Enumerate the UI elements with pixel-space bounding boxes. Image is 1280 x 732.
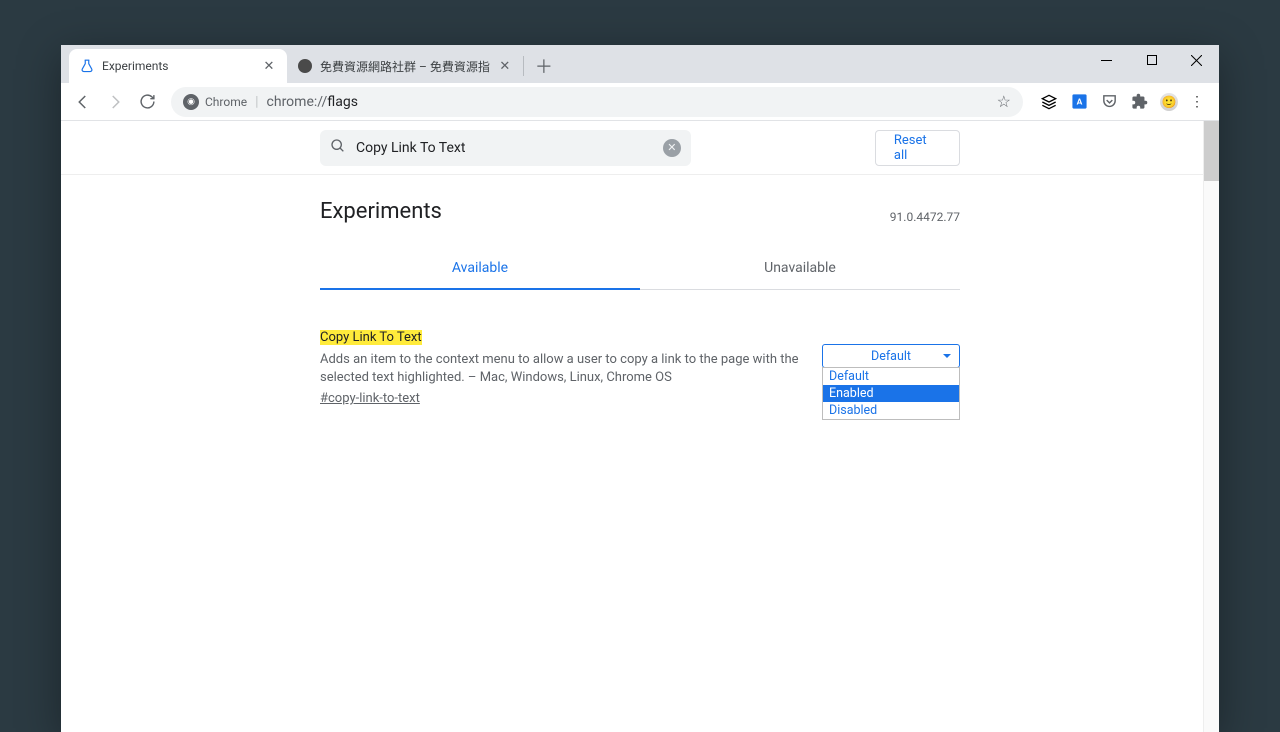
forward-button[interactable]	[101, 88, 129, 116]
profile-avatar[interactable]: 🙂	[1157, 90, 1181, 114]
clear-search-icon[interactable]: ✕	[663, 139, 681, 157]
tab-available[interactable]: Available	[320, 248, 640, 290]
toolbar: ◉ Chrome | chrome://flags ☆ A 🙂 ⋮	[61, 83, 1219, 121]
flags-container: Experiments 91.0.4472.77 Available Unava…	[320, 199, 960, 406]
flags-tabs: Available Unavailable	[320, 248, 960, 290]
tab-strip: Experiments ✕ 免費資源網路社群 – 免費資源指 ✕ ＋	[61, 45, 1219, 83]
select-value: Default	[871, 349, 911, 364]
search-value: Copy Link To Text	[356, 140, 465, 156]
back-button[interactable]	[69, 88, 97, 116]
flag-select-wrapper: Default Default Enabled Disabled	[822, 344, 960, 406]
flag-info: Copy Link To Text Adds an item to the co…	[320, 326, 806, 406]
extension-buffer-icon[interactable]	[1037, 90, 1061, 114]
new-tab-button[interactable]: ＋	[530, 52, 558, 80]
tab-free-resources[interactable]: 免費資源網路社群 – 免費資源指 ✕	[287, 49, 523, 83]
flag-title: Copy Link To Text	[320, 330, 422, 345]
reload-button[interactable]	[133, 88, 161, 116]
page-content: Copy Link To Text ✕ Reset all Experiment…	[61, 121, 1219, 732]
flags-topbar: Copy Link To Text ✕ Reset all	[61, 121, 1219, 175]
bookmark-star-icon[interactable]: ☆	[997, 92, 1011, 111]
scroll-thumb[interactable]	[1204, 121, 1219, 181]
close-window-button[interactable]	[1174, 45, 1219, 75]
tab-separator	[523, 56, 524, 76]
flag-row: Copy Link To Text Adds an item to the co…	[320, 326, 960, 406]
extensions-puzzle-icon[interactable]	[1127, 90, 1151, 114]
minimize-button[interactable]	[1084, 45, 1129, 75]
flask-icon	[79, 58, 95, 74]
address-bar[interactable]: ◉ Chrome | chrome://flags ☆	[171, 87, 1023, 117]
chrome-icon: ◉	[183, 94, 199, 110]
tab-title: 免費資源網路社群 – 免費資源指	[320, 58, 490, 75]
browser-window: Experiments ✕ 免費資源網路社群 – 免費資源指 ✕ ＋	[61, 45, 1219, 732]
tabs: Experiments ✕ 免費資源網路社群 – 免費資源指 ✕ ＋	[61, 45, 558, 83]
scrollbar[interactable]	[1203, 121, 1219, 732]
reset-all-button[interactable]: Reset all	[875, 130, 960, 166]
url: chrome://flags	[267, 94, 358, 110]
omnibox-separator: |	[255, 94, 258, 110]
extension-pocket-icon[interactable]	[1097, 90, 1121, 114]
tab-experiments[interactable]: Experiments ✕	[69, 49, 287, 83]
extension-icons: A 🙂 ⋮	[1033, 90, 1211, 114]
svg-text:A: A	[1076, 97, 1082, 107]
close-icon[interactable]: ✕	[497, 58, 513, 74]
chrome-version: 91.0.4472.77	[890, 210, 960, 224]
option-enabled[interactable]: Enabled	[823, 385, 959, 402]
flag-dropdown: Default Enabled Disabled	[822, 367, 960, 420]
flag-anchor-link[interactable]: #copy-link-to-text	[320, 391, 420, 406]
maximize-button[interactable]	[1129, 45, 1174, 75]
chrome-menu-button[interactable]: ⋮	[1187, 90, 1211, 114]
flag-select[interactable]: Default	[822, 344, 960, 368]
search-icon	[330, 138, 346, 158]
site-identity[interactable]: ◉ Chrome	[183, 94, 247, 110]
close-icon[interactable]: ✕	[261, 58, 277, 74]
tab-title: Experiments	[102, 59, 254, 73]
flags-search-input[interactable]: Copy Link To Text ✕	[320, 130, 691, 166]
window-controls	[1084, 45, 1219, 75]
flag-description: Adds an item to the context menu to allo…	[320, 351, 806, 387]
extension-translate-icon[interactable]: A	[1067, 90, 1091, 114]
site-favicon	[297, 58, 313, 74]
tab-unavailable[interactable]: Unavailable	[640, 248, 960, 290]
option-disabled[interactable]: Disabled	[823, 402, 959, 419]
option-default[interactable]: Default	[823, 368, 959, 385]
page-title: Experiments	[320, 199, 442, 224]
site-label: Chrome	[205, 95, 247, 109]
